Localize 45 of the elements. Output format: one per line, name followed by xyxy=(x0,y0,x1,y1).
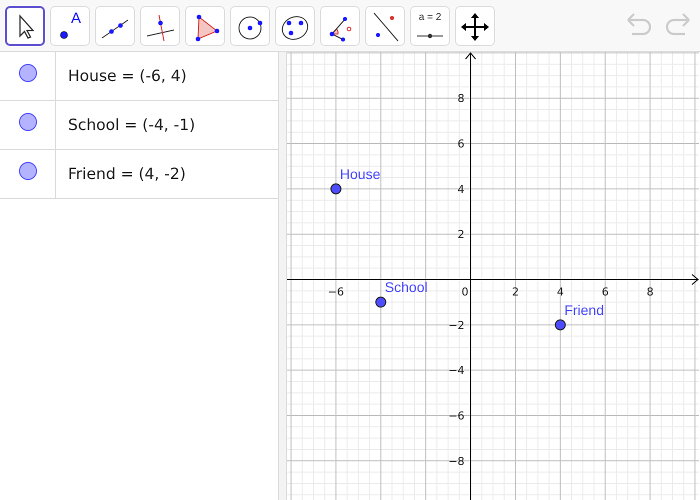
point-definition[interactable]: Friend = (4, -2) xyxy=(56,150,186,198)
arrow-cursor-icon xyxy=(19,14,34,38)
point-label: School xyxy=(384,279,428,296)
axis-tick-label: −6 xyxy=(448,409,465,422)
triangle-icon xyxy=(196,14,220,41)
perpendicular-lines-icon xyxy=(146,14,174,41)
axis-tick-label: −4 xyxy=(448,364,465,378)
tool-label: A xyxy=(70,10,81,26)
redo-arrow-icon xyxy=(666,12,690,36)
circle-icon xyxy=(238,16,262,39)
axis-tick-label: 8 xyxy=(646,286,654,298)
axis-tick-label: 8 xyxy=(458,92,465,106)
point-definition[interactable]: House = (-6, 4) xyxy=(56,52,187,100)
axis-tick-label: 6 xyxy=(458,138,465,151)
axis-tick-label: 4 xyxy=(458,182,465,196)
point-marker[interactable] xyxy=(330,183,342,194)
tool-button[interactable]: a = 2 xyxy=(410,6,450,46)
axis-tick-label: 4 xyxy=(556,286,564,298)
visibility-toggle[interactable] xyxy=(18,64,36,82)
axis-tick-label: −8 xyxy=(448,454,465,468)
ellipse-icon xyxy=(282,16,308,40)
point-marker[interactable] xyxy=(554,319,566,330)
coordinate-plane[interactable]: 8 6 House 4 2 −6 School 0 2 4 6 8 Friend −2 −4 −6 −8 xyxy=(287,52,699,500)
axis-tick-label: 0 xyxy=(462,286,469,298)
point-marker[interactable] xyxy=(375,296,386,308)
visibility-toggle[interactable] xyxy=(18,113,36,131)
point-label: House xyxy=(340,166,380,182)
tool-button[interactable] xyxy=(5,6,45,46)
axis-tick-label: −6 xyxy=(328,286,344,298)
tool-label: a = 2 xyxy=(418,12,442,22)
tool-button[interactable]: A xyxy=(50,6,90,46)
visibility-toggle[interactable] xyxy=(18,162,36,180)
reflect-icon xyxy=(374,12,398,41)
point-icon xyxy=(60,30,68,38)
point-definition[interactable]: School = (-4, -1) xyxy=(56,101,196,149)
angle-icon xyxy=(330,16,352,41)
undo-arrow-icon xyxy=(626,12,652,36)
point-label: Friend xyxy=(564,302,604,318)
line-icon xyxy=(102,19,128,38)
axis-tick-label: 6 xyxy=(602,286,609,298)
move-arrows-icon xyxy=(461,12,489,40)
axis-tick-label: −2 xyxy=(448,318,465,332)
axis-tick-label: 2 xyxy=(458,228,465,242)
slider-icon xyxy=(416,33,444,38)
axis-tick-label: 2 xyxy=(512,286,519,298)
